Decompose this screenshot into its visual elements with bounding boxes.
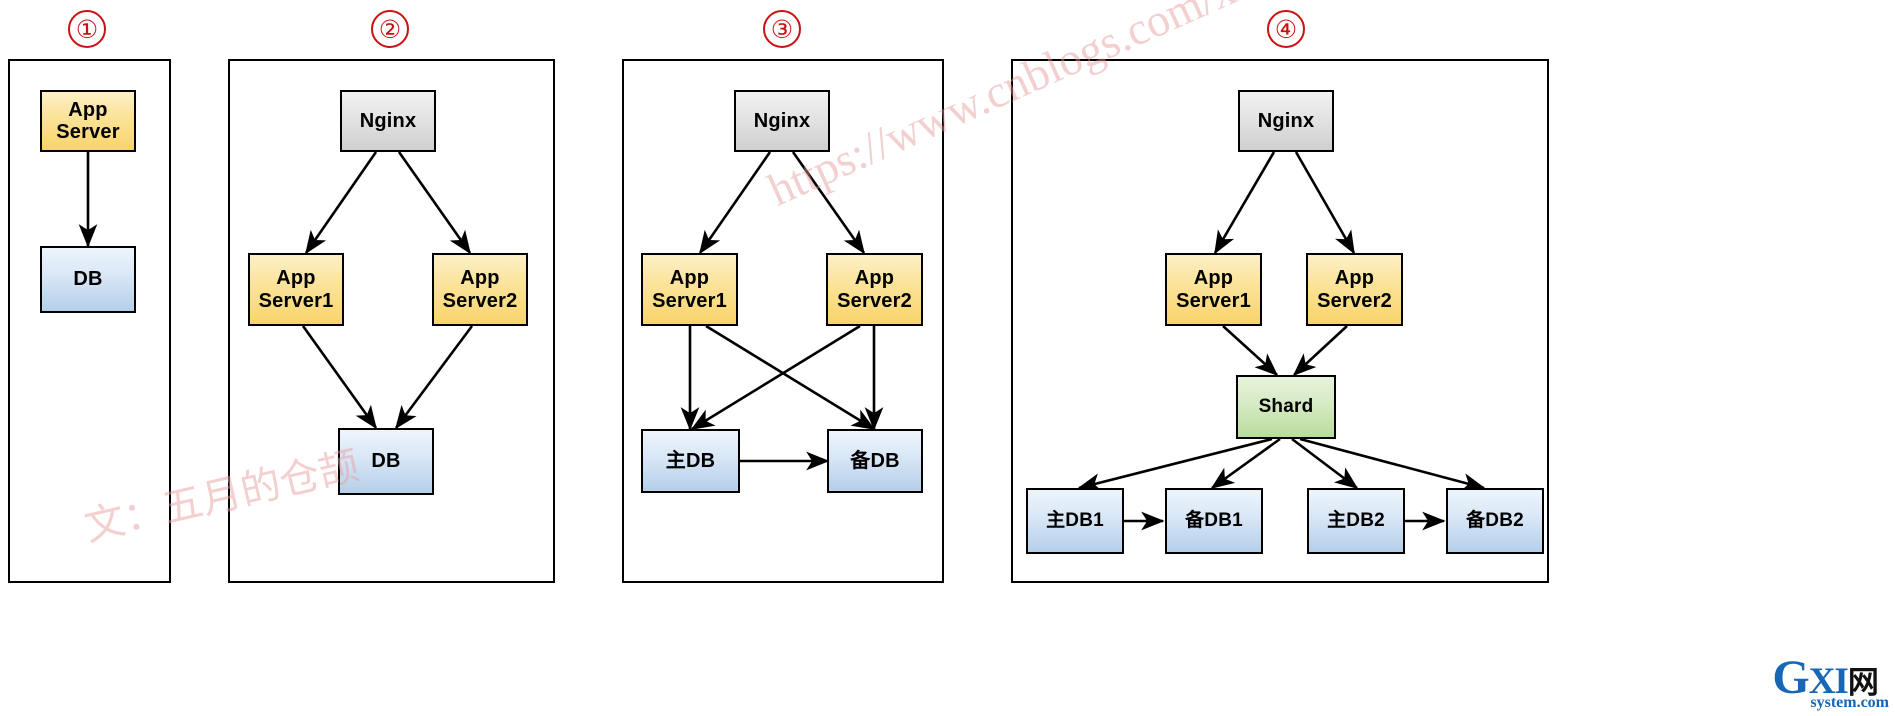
node-backup-db[interactable]: 备DB — [827, 429, 923, 493]
node-label: App Server1 — [652, 267, 727, 312]
node-label: Nginx — [753, 109, 811, 132]
panel-badge-2: ② — [371, 10, 409, 48]
node-app-server2[interactable]: App Server2 — [432, 253, 528, 326]
diagram-canvas: ① ② ③ ④ App Server DB Nginx App Server1 … — [0, 0, 1895, 716]
node-label: App Server1 — [1176, 267, 1251, 312]
node-label: 备DB1 — [1185, 510, 1243, 532]
node-label: 主DB — [665, 449, 716, 472]
site-logo: GXI网 system.com — [1772, 654, 1889, 712]
panel-badge-4: ④ — [1267, 10, 1305, 48]
node-label: App Server2 — [837, 267, 912, 312]
node-main-db[interactable]: 主DB — [641, 429, 740, 493]
logo-subtitle: system.com — [1810, 694, 1889, 711]
node-label: Nginx — [359, 109, 417, 132]
node-backup-db-2[interactable]: 备DB2 — [1446, 488, 1544, 554]
node-app-server1[interactable]: App Server1 — [1165, 253, 1262, 326]
node-label: 主DB1 — [1046, 510, 1104, 532]
panel-badge-1: ① — [68, 10, 106, 48]
node-label: Nginx — [1257, 109, 1315, 132]
node-label: App Server1 — [258, 267, 334, 312]
logo-letter-g: G — [1772, 651, 1809, 704]
node-app-server2[interactable]: App Server2 — [1306, 253, 1403, 326]
node-nginx[interactable]: Nginx — [1238, 90, 1334, 152]
node-db[interactable]: DB — [338, 428, 434, 495]
node-label: DB — [371, 450, 401, 473]
node-label: App Server2 — [1317, 267, 1392, 312]
node-label: DB — [73, 268, 103, 291]
node-backup-db-1[interactable]: 备DB1 — [1165, 488, 1263, 554]
node-label: App Server — [56, 98, 120, 143]
node-main-db-1[interactable]: 主DB1 — [1026, 488, 1124, 554]
node-shard[interactable]: Shard — [1236, 375, 1336, 439]
node-app-server2[interactable]: App Server2 — [826, 253, 923, 326]
panel-badge-3: ③ — [763, 10, 801, 48]
node-nginx[interactable]: Nginx — [734, 90, 830, 152]
node-main-db-2[interactable]: 主DB2 — [1307, 488, 1405, 554]
node-nginx[interactable]: Nginx — [340, 90, 436, 152]
node-app-server1[interactable]: App Server1 — [248, 253, 344, 326]
node-label: 主DB2 — [1327, 510, 1385, 532]
node-label: App Server2 — [442, 267, 518, 312]
node-label: 备DB2 — [1466, 510, 1524, 532]
node-label: 备DB — [850, 449, 900, 472]
node-label: Shard — [1258, 396, 1314, 418]
node-db[interactable]: DB — [40, 246, 136, 313]
node-app-server1[interactable]: App Server1 — [641, 253, 738, 326]
node-app-server[interactable]: App Server — [40, 90, 136, 152]
